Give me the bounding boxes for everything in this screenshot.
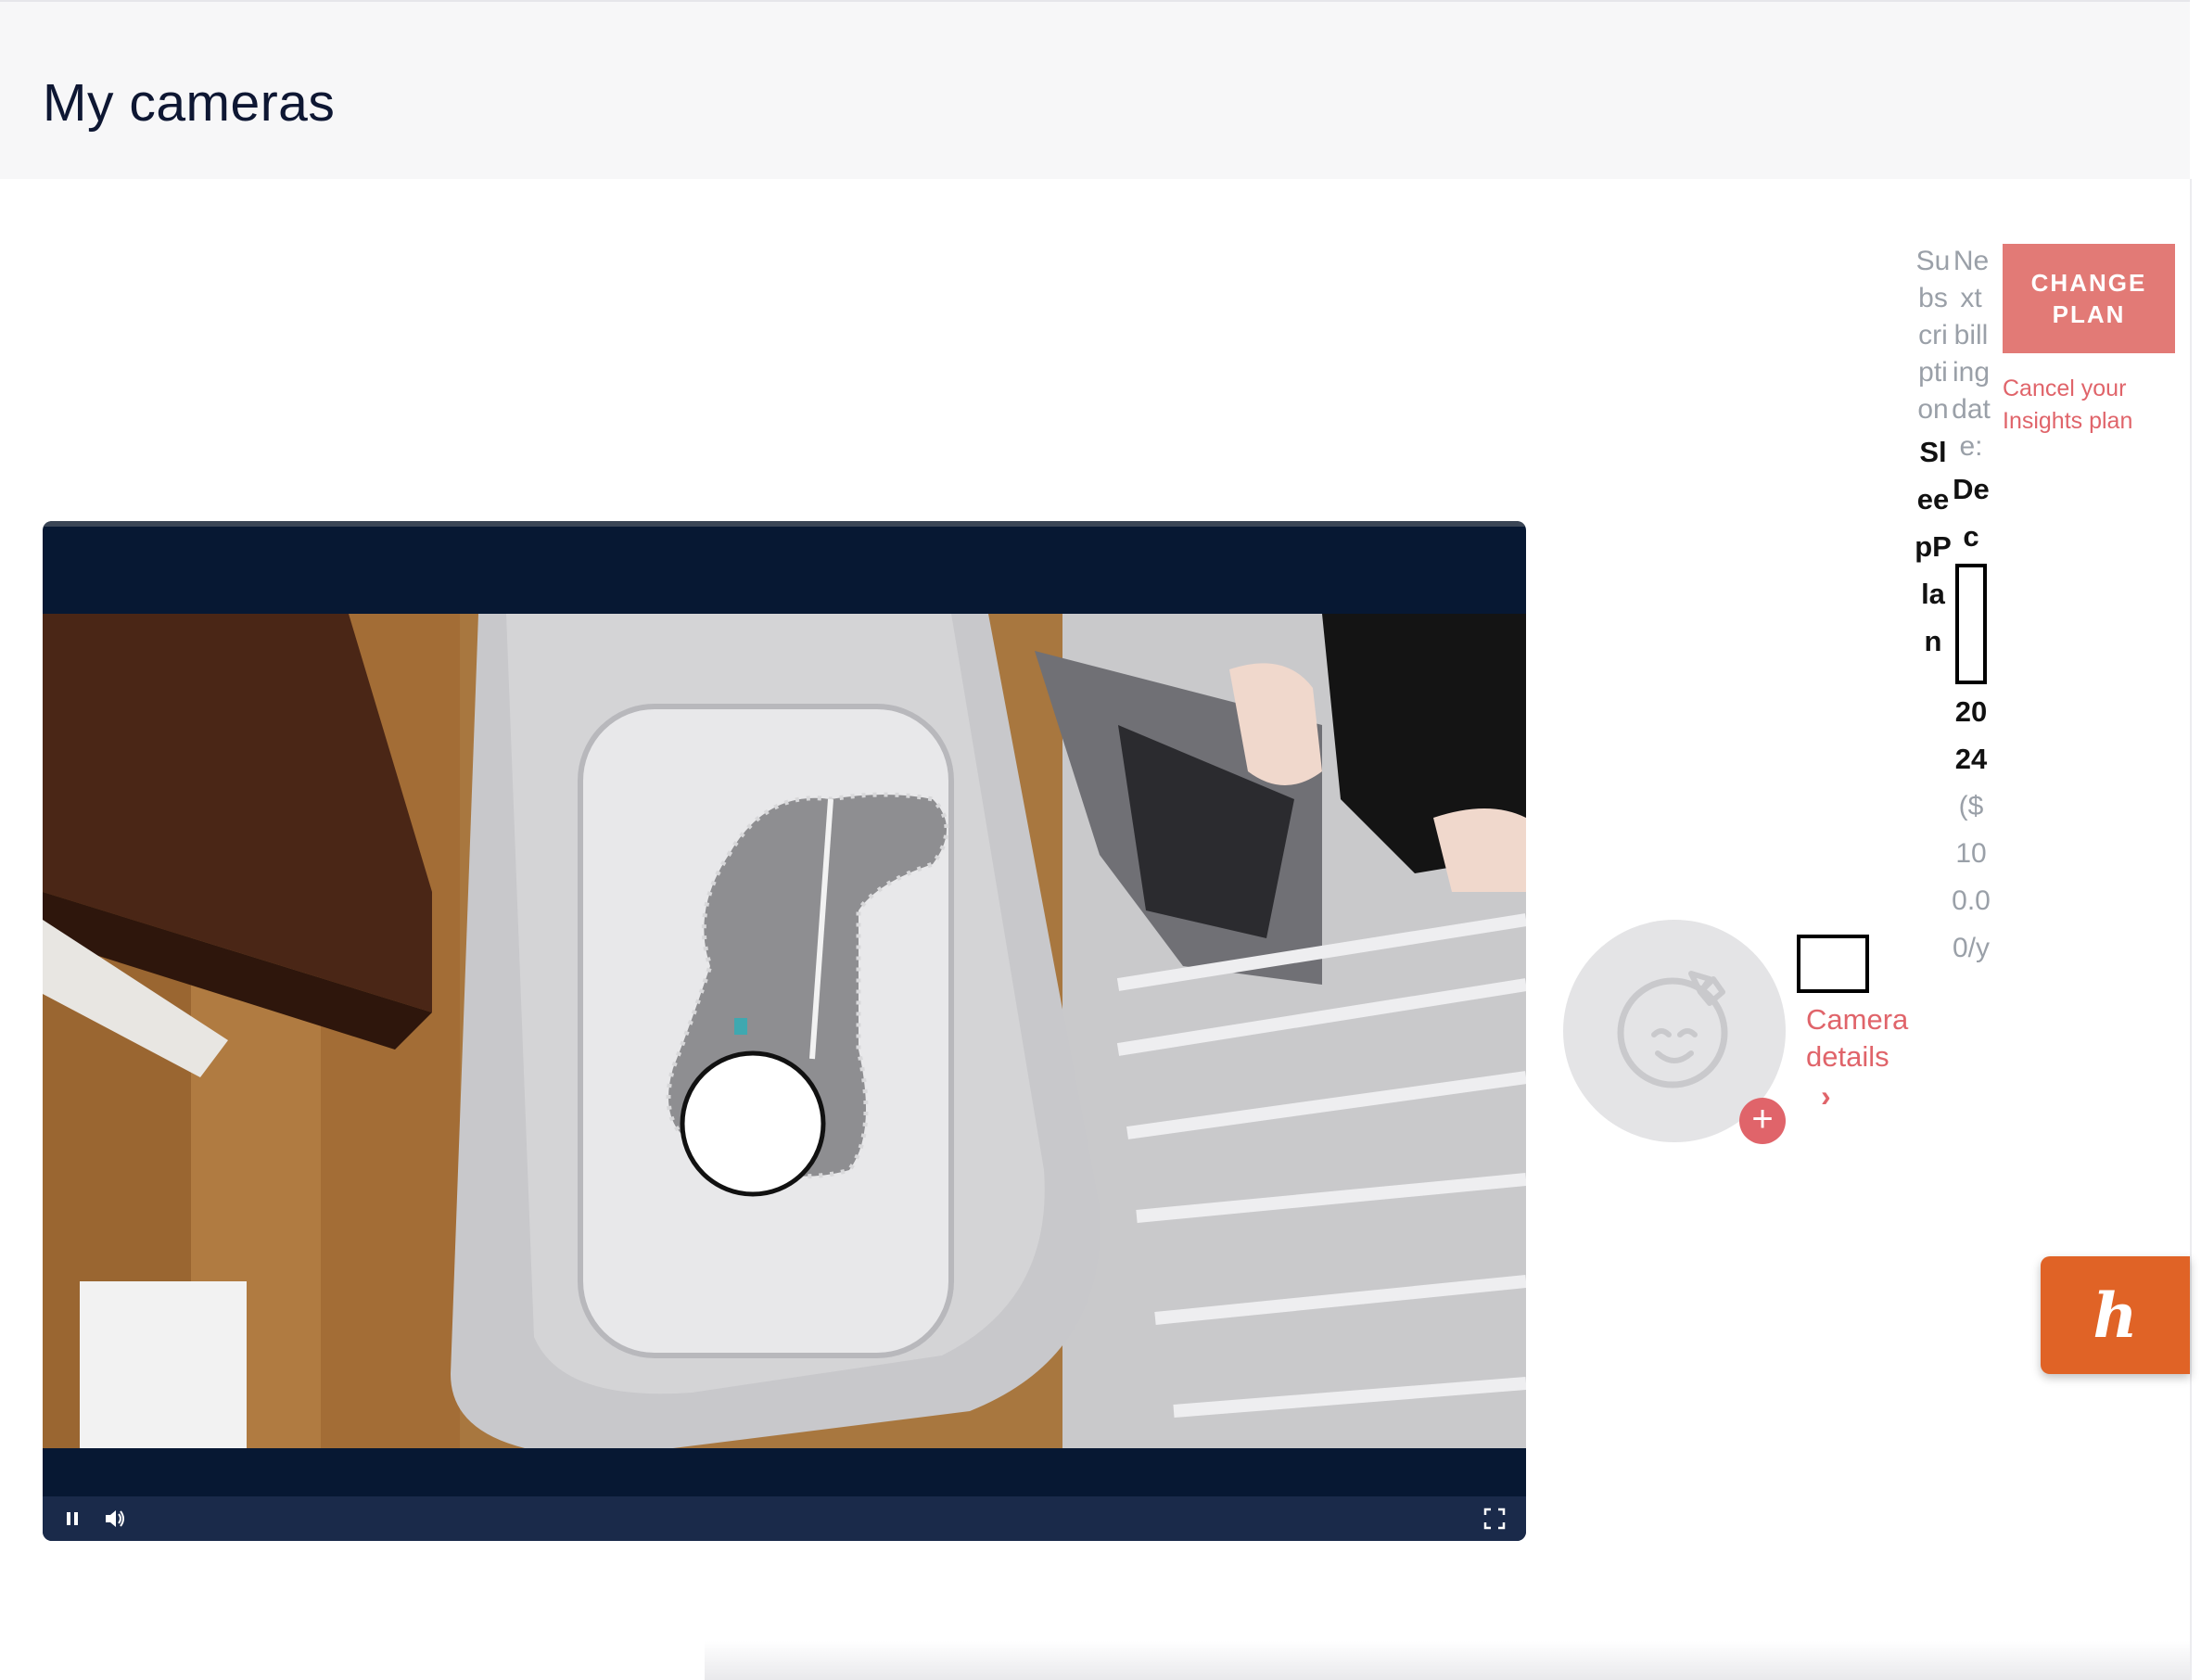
cancel-plan-link[interactable]: Cancel your Insights plan <box>2003 373 2188 438</box>
billing-day-placeholder <box>1955 564 1987 684</box>
next-billing-label: Next billing date: <box>1952 246 1991 462</box>
change-plan-button[interactable]: CHANGE PLAN <box>2003 244 2175 353</box>
fullscreen-icon[interactable] <box>1480 1504 1509 1534</box>
page-title: My cameras <box>43 73 336 133</box>
billing-amount: ($100.00/y <box>1952 791 1991 963</box>
camera-feed-image <box>43 614 1526 1448</box>
camera-live-feed[interactable] <box>43 614 1526 1448</box>
pause-icon[interactable] <box>57 1504 87 1534</box>
honey-extension-icon[interactable]: h <box>2041 1256 2190 1374</box>
plus-icon[interactable]: + <box>1739 1098 1786 1144</box>
subscription-plan: SleepPlan <box>1915 436 1952 657</box>
billing-info: Next billing date: Dec 2024 ($100.00/y <box>1952 243 1991 972</box>
subscription-info: Subscription SleepPlan <box>1914 243 1953 665</box>
next-billing-year: 2024 <box>1954 695 1988 775</box>
chevron-right-icon[interactable]: › <box>1821 1079 1831 1114</box>
scroll-shadow <box>705 1641 2190 1680</box>
video-player[interactable] <box>43 521 1526 1541</box>
volume-icon[interactable] <box>100 1504 130 1534</box>
player-controls-bar <box>43 1496 1526 1541</box>
page-edge-divider <box>2190 179 2192 1680</box>
honey-logo-letter: h <box>2093 1279 2138 1352</box>
subscription-label: Subscription <box>1915 246 1951 425</box>
page-header: My cameras <box>0 0 2190 179</box>
player-top-edge <box>43 521 1526 527</box>
camera-details-link[interactable]: Camera details <box>1806 1001 1917 1075</box>
next-billing-month: Dec <box>1953 473 1990 553</box>
image-placeholder <box>1797 935 1869 993</box>
